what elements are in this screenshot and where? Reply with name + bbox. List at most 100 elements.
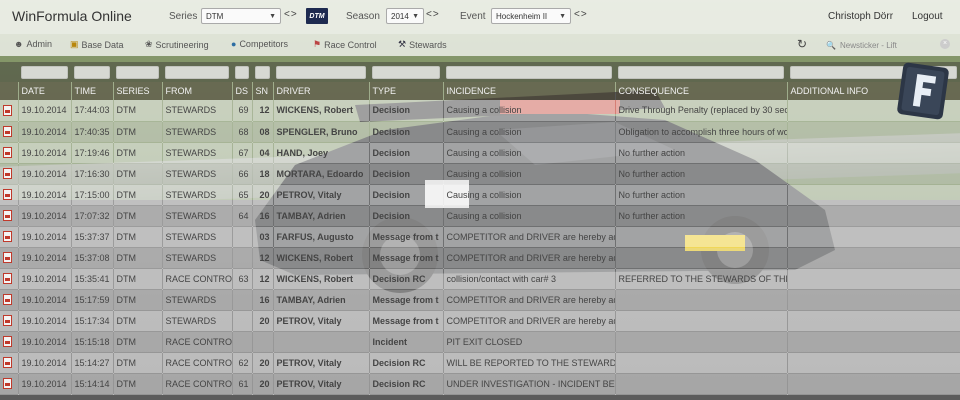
table-row[interactable]: 19.10.2014 17:07:32 DTM STEWARDS 64 16 TAMBAY,…: [0, 205, 960, 227]
nav-item-label: Admin: [26, 39, 52, 49]
table-cell-driver: PETROV, Vitaly: [273, 373, 370, 395]
column-header-time[interactable]: TIME: [71, 82, 114, 100]
nav-item-stewards[interactable]: ⚒ Stewards: [398, 39, 447, 50]
series-select[interactable]: DTM ▼: [201, 8, 281, 24]
helmet-icon: ●: [231, 39, 237, 49]
pdf-icon[interactable]: [3, 147, 12, 159]
column-header-driver[interactable]: DRIVER: [273, 82, 370, 100]
pdf-icon[interactable]: [3, 168, 12, 180]
column-header-date[interactable]: DATE: [18, 82, 72, 100]
event-select[interactable]: Hockenheim II ▼: [491, 8, 571, 24]
table-row[interactable]: 19.10.2014 15:14:27 DTM RACE CONTRO 62 20 PETR…: [0, 352, 960, 374]
table-cell-driver: PETROV, Vitaly: [273, 310, 370, 332]
search-input[interactable]: 🔍 Newsticker - Lift ×: [822, 37, 952, 53]
table-cell-type: Decision: [369, 121, 444, 143]
pdf-icon[interactable]: [3, 104, 12, 116]
filter-input-ds[interactable]: [235, 65, 249, 79]
table-row[interactable]: 19.10.2014 15:37:37 DTM STEWARDS 03 FARFUS, A…: [0, 226, 960, 248]
table-cell-incidence: COMPETITOR and DRIVER are hereby adv: [443, 289, 616, 311]
table-row[interactable]: 19.10.2014 15:17:59 DTM STEWARDS 16 TAMBAY, A…: [0, 289, 960, 311]
filter-input-sn[interactable]: [255, 65, 270, 79]
table-cell-consequence: [615, 289, 788, 311]
table-row[interactable]: 19.10.2014 15:37:08 DTM STEWARDS 12 WICKENS, …: [0, 247, 960, 269]
filter-input-consequence[interactable]: [618, 65, 784, 79]
person-icon: ☻: [14, 39, 24, 49]
column-header-series[interactable]: SERIES: [113, 82, 163, 100]
column-header-sn[interactable]: SN: [252, 82, 274, 100]
table-cell-driver: TAMBAY, Adrien: [273, 289, 370, 311]
table-row[interactable]: 19.10.2014 15:17:34 DTM STEWARDS 20 PETROV, V…: [0, 310, 960, 332]
pdf-icon[interactable]: [3, 336, 12, 348]
table-cell-incidence: Causing a collision: [443, 184, 616, 206]
table-row[interactable]: 19.10.2014 15:15:18 DTM RACE CONTRO Incident…: [0, 331, 960, 353]
filter-input-time[interactable]: [74, 65, 110, 79]
pdf-icon[interactable]: [3, 189, 12, 201]
column-header-from[interactable]: FROM: [162, 82, 233, 100]
nav-item-base-data[interactable]: ▣ Base Data: [70, 39, 124, 50]
clear-icon[interactable]: ×: [940, 39, 950, 49]
table-row[interactable]: 19.10.2014 15:14:14 DTM RACE CONTRO 61 20 PETR…: [0, 373, 960, 395]
nav-item-label: Race Control: [324, 39, 377, 50]
table-cell-series: DTM: [113, 121, 163, 143]
pdf-cell: [0, 289, 19, 311]
refresh-icon[interactable]: ↻: [797, 37, 807, 51]
table-cell-series: DTM: [113, 226, 163, 248]
pdf-icon[interactable]: [3, 231, 12, 243]
nav-item-competitors[interactable]: ● Competitors: [231, 39, 288, 49]
pdf-icon[interactable]: [3, 210, 12, 222]
series-arrows[interactable]: <>: [284, 9, 298, 20]
table-row[interactable]: 19.10.2014 17:15:00 DTM STEWARDS 65 20 PETROV,…: [0, 184, 960, 206]
table-cell-sn: 20: [252, 310, 274, 332]
column-header-ds[interactable]: DS: [232, 82, 253, 100]
table-row[interactable]: 19.10.2014 17:40:35 DTM STEWARDS 68 08 SPENGLE…: [0, 121, 960, 143]
table-cell-series: DTM: [113, 205, 163, 227]
table-cell-from: STEWARDS: [162, 163, 233, 185]
pdf-icon[interactable]: [3, 273, 12, 285]
column-header-consequence[interactable]: CONSEQUENCE: [615, 82, 788, 100]
pdf-cell: [0, 163, 19, 185]
column-header-incidence[interactable]: INCIDENCE: [443, 82, 616, 100]
filter-input-incidence[interactable]: [446, 65, 612, 79]
logout-link[interactable]: Logout: [912, 11, 943, 22]
nav-item-admin[interactable]: ☻ Admin: [14, 39, 52, 49]
pdf-icon[interactable]: [3, 126, 12, 138]
table-cell-time: 15:17:34: [71, 310, 114, 332]
table-cell-date: 19.10.2014: [18, 310, 72, 332]
table-cell-driver: TAMBAY, Adrien: [273, 205, 370, 227]
column-header-type[interactable]: TYPE: [369, 82, 444, 100]
season-select[interactable]: 2014 ▼: [386, 8, 424, 24]
table-cell-time: 17:15:00: [71, 184, 114, 206]
pdf-icon[interactable]: [3, 252, 12, 264]
filter-input-driver[interactable]: [276, 65, 366, 79]
filter-cell: [0, 62, 18, 82]
top-bar: WinFormula Online Series DTM ▼ <> DTM Se…: [0, 0, 960, 34]
flag-icon: ⚑: [313, 39, 322, 49]
app-title: WinFormula Online: [12, 8, 132, 24]
table-row[interactable]: 19.10.2014 17:19:46 DTM STEWARDS 67 04 HAND, J…: [0, 142, 960, 164]
table-cell-type: Decision RC: [369, 373, 444, 395]
table-row[interactable]: 19.10.2014 17:16:30 DTM STEWARDS 66 18 MORTARA…: [0, 163, 960, 185]
filter-input-type[interactable]: [372, 65, 440, 79]
pdf-icon[interactable]: [3, 294, 12, 306]
filter-input-series[interactable]: [116, 65, 159, 79]
nav-item-race-control[interactable]: ⚑ Race Control: [313, 39, 377, 50]
table-cell-ds: 66: [232, 163, 253, 185]
table-row[interactable]: 19.10.2014 15:35:41 DTM RACE CONTRO 63 12 WICK…: [0, 268, 960, 290]
table-row[interactable]: 19.10.2014 17:44:03 DTM STEWARDS 69 12 WICKENS…: [0, 100, 960, 122]
filter-input-from[interactable]: [165, 65, 229, 79]
pdf-cell: [0, 331, 19, 353]
user-name[interactable]: Christoph Dörr: [828, 11, 893, 22]
nav-item-label: Scrutineering: [155, 39, 209, 50]
filter-input-date[interactable]: [21, 65, 68, 79]
season-arrows[interactable]: <>: [426, 9, 440, 20]
pdf-icon[interactable]: [3, 357, 12, 369]
pdf-cell: [0, 268, 19, 290]
table-cell-time: 15:17:59: [71, 289, 114, 311]
event-arrows[interactable]: <>: [574, 9, 588, 20]
nav-item-scrutineering[interactable]: ❀ Scrutineering: [145, 39, 209, 50]
pdf-icon[interactable]: [3, 315, 12, 327]
pdf-icon[interactable]: [3, 378, 12, 390]
table-cell-series: DTM: [113, 352, 163, 374]
table-cell-series: DTM: [113, 289, 163, 311]
table-cell-from: STEWARDS: [162, 310, 233, 332]
